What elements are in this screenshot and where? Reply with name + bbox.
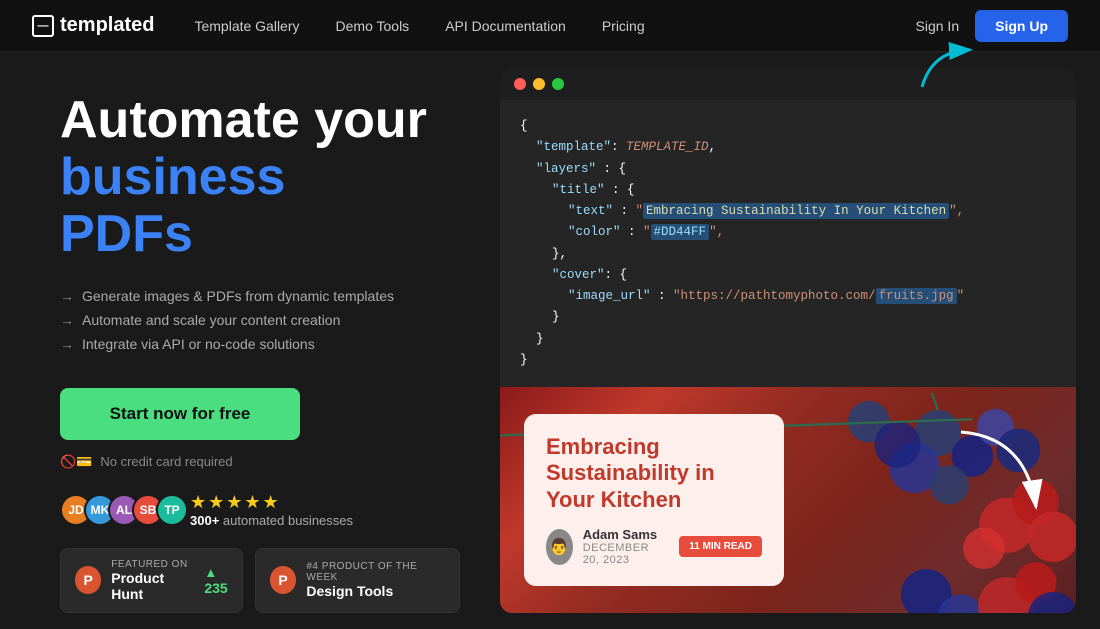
code-open-brace: { — [520, 116, 1056, 137]
ph-badge-2-pre: #4 PRODUCT OF THE WEEK — [306, 561, 445, 583]
author-date: DECEMBER 20, 2023 — [583, 542, 670, 566]
features-list: Generate images & PDFs from dynamic temp… — [60, 288, 460, 360]
ph-badge-2-text: #4 PRODUCT OF THE WEEK Design Tools — [306, 561, 445, 599]
article-title: Embracing Sustainability in Your Kitchen — [546, 434, 762, 513]
code-close-main: } — [520, 350, 1056, 371]
feature-2: Automate and scale your content creation — [60, 312, 460, 328]
author-name: Adam Sams — [583, 527, 670, 542]
code-image-url-line: "image_url" : "https://pathtomyphoto.com… — [568, 286, 1056, 307]
upvote-arrow: ▲ — [204, 565, 227, 580]
badges-row: P FEATURED ON Product Hunt ▲ 235 P #4 PR… — [60, 548, 460, 613]
ph-badge-1-text: FEATURED ON Product Hunt — [111, 559, 194, 602]
curved-arrow-icon — [946, 417, 1066, 537]
code-color-line: "color" : "#DD44FF", — [568, 222, 1056, 243]
ph-badge-1-pre: FEATURED ON — [111, 559, 194, 570]
ph-badge-2-main: Design Tools — [306, 583, 445, 599]
nav-template-gallery[interactable]: Template Gallery — [194, 18, 299, 34]
code-close-cover: } — [552, 307, 1056, 328]
no-cc-icon: 🚫💳 — [60, 454, 92, 470]
navbar: — templated Template Gallery Demo Tools … — [0, 0, 1100, 52]
code-template-key: "template" — [536, 140, 611, 154]
nav-right: Sign In Sign Up — [916, 10, 1068, 42]
dot-green — [552, 78, 564, 90]
code-cover-key: "cover" — [552, 268, 605, 282]
code-text-val: Embracing Sustainability In Your Kitchen — [643, 203, 949, 219]
code-image-url-key: "image_url" — [568, 289, 651, 303]
cta-button[interactable]: Start now for free — [60, 388, 300, 440]
dot-yellow — [533, 78, 545, 90]
feature-1: Generate images & PDFs from dynamic temp… — [60, 288, 460, 304]
nav-links: Template Gallery Demo Tools API Document… — [194, 18, 915, 34]
author-avatar: 👨 — [546, 529, 573, 565]
code-text-line: "text" : "Embracing Sustainability In Yo… — [568, 201, 1056, 222]
hero-line2: business — [60, 148, 285, 206]
feature-3: Integrate via API or no-code solutions — [60, 336, 460, 352]
automated-count: 300+ — [190, 513, 219, 528]
code-content: { "template": TEMPLATE_ID, "layers" : { … — [500, 100, 1076, 387]
code-color-val: #DD44FF — [651, 224, 710, 240]
right-panel: { "template": TEMPLATE_ID, "layers" : { … — [500, 52, 1100, 629]
hero-line3: PDFs — [60, 205, 193, 263]
article-author: 👨 Adam Sams DECEMBER 20, 2023 11 MIN REA… — [546, 527, 762, 566]
automated-label: automated businesses — [223, 513, 353, 528]
ph-icon-1: P — [75, 566, 101, 594]
article-card: Embracing Sustainability in Your Kitchen… — [524, 414, 784, 586]
star-rating: ★★★★★ — [190, 492, 353, 513]
preview-card: Embracing Sustainability in Your Kitchen… — [500, 387, 1076, 613]
hero-title: Automate your business PDFs — [60, 92, 460, 264]
no-credit-card-notice: 🚫💳 No credit card required — [60, 454, 460, 470]
ph-badge-week[interactable]: P #4 PRODUCT OF THE WEEK Design Tools — [255, 548, 460, 613]
code-cover-line: "cover": { — [552, 265, 1056, 286]
code-image-url-val: fruits.jpg — [876, 288, 957, 304]
ph-icon-2: P — [270, 566, 297, 594]
ph-badge-1-main: Product Hunt — [111, 570, 194, 602]
logo-icon: — — [32, 15, 54, 37]
no-cc-text: No credit card required — [100, 454, 232, 469]
code-editor: { "template": TEMPLATE_ID, "layers" : { … — [500, 68, 1076, 387]
editor-toolbar — [500, 68, 1076, 100]
read-time-badge: 11 MIN READ — [679, 536, 762, 557]
code-layers-line: "layers" : { — [536, 159, 1056, 180]
avatar-5: TP — [156, 494, 188, 526]
hero-line1: Automate your — [60, 91, 427, 149]
social-proof-row: JD MK AL SB TP ★★★★★ 300+ automated busi… — [60, 492, 460, 528]
nav-api-documentation[interactable]: API Documentation — [445, 18, 566, 34]
code-template-val: TEMPLATE_ID — [626, 140, 709, 154]
code-title-key: "title" — [552, 183, 605, 197]
code-color-key: "color" — [568, 225, 621, 239]
avatar-stack: JD MK AL SB TP — [60, 494, 180, 526]
ph-badge-1-upvotes: ▲ 235 — [204, 565, 227, 596]
sign-in-button[interactable]: Sign In — [916, 18, 960, 34]
code-template-line: "template": TEMPLATE_ID, — [536, 137, 1056, 158]
logo[interactable]: — templated — [32, 14, 154, 37]
nav-pricing[interactable]: Pricing — [602, 18, 645, 34]
code-close-layers: } — [536, 329, 1056, 350]
upvote-count: 235 — [204, 580, 227, 596]
left-panel: Automate your business PDFs Generate ima… — [0, 52, 500, 629]
sign-up-button[interactable]: Sign Up — [975, 10, 1068, 42]
ph-badge-featured[interactable]: P FEATURED ON Product Hunt ▲ 235 — [60, 548, 243, 613]
preview-background: Embracing Sustainability in Your Kitchen… — [500, 387, 1076, 613]
code-close-title: }, — [552, 244, 1056, 265]
main-content: Automate your business PDFs Generate ima… — [0, 52, 1100, 629]
dot-red — [514, 78, 526, 90]
automated-count-text: 300+ automated businesses — [190, 513, 353, 528]
rating-block: ★★★★★ 300+ automated businesses — [190, 492, 353, 528]
code-text-key: "text" — [568, 204, 613, 218]
author-info: Adam Sams DECEMBER 20, 2023 — [583, 527, 670, 566]
nav-demo-tools[interactable]: Demo Tools — [336, 18, 410, 34]
code-title-line: "title" : { — [552, 180, 1056, 201]
logo-text: templated — [60, 14, 154, 37]
code-layers-key: "layers" — [536, 162, 596, 176]
